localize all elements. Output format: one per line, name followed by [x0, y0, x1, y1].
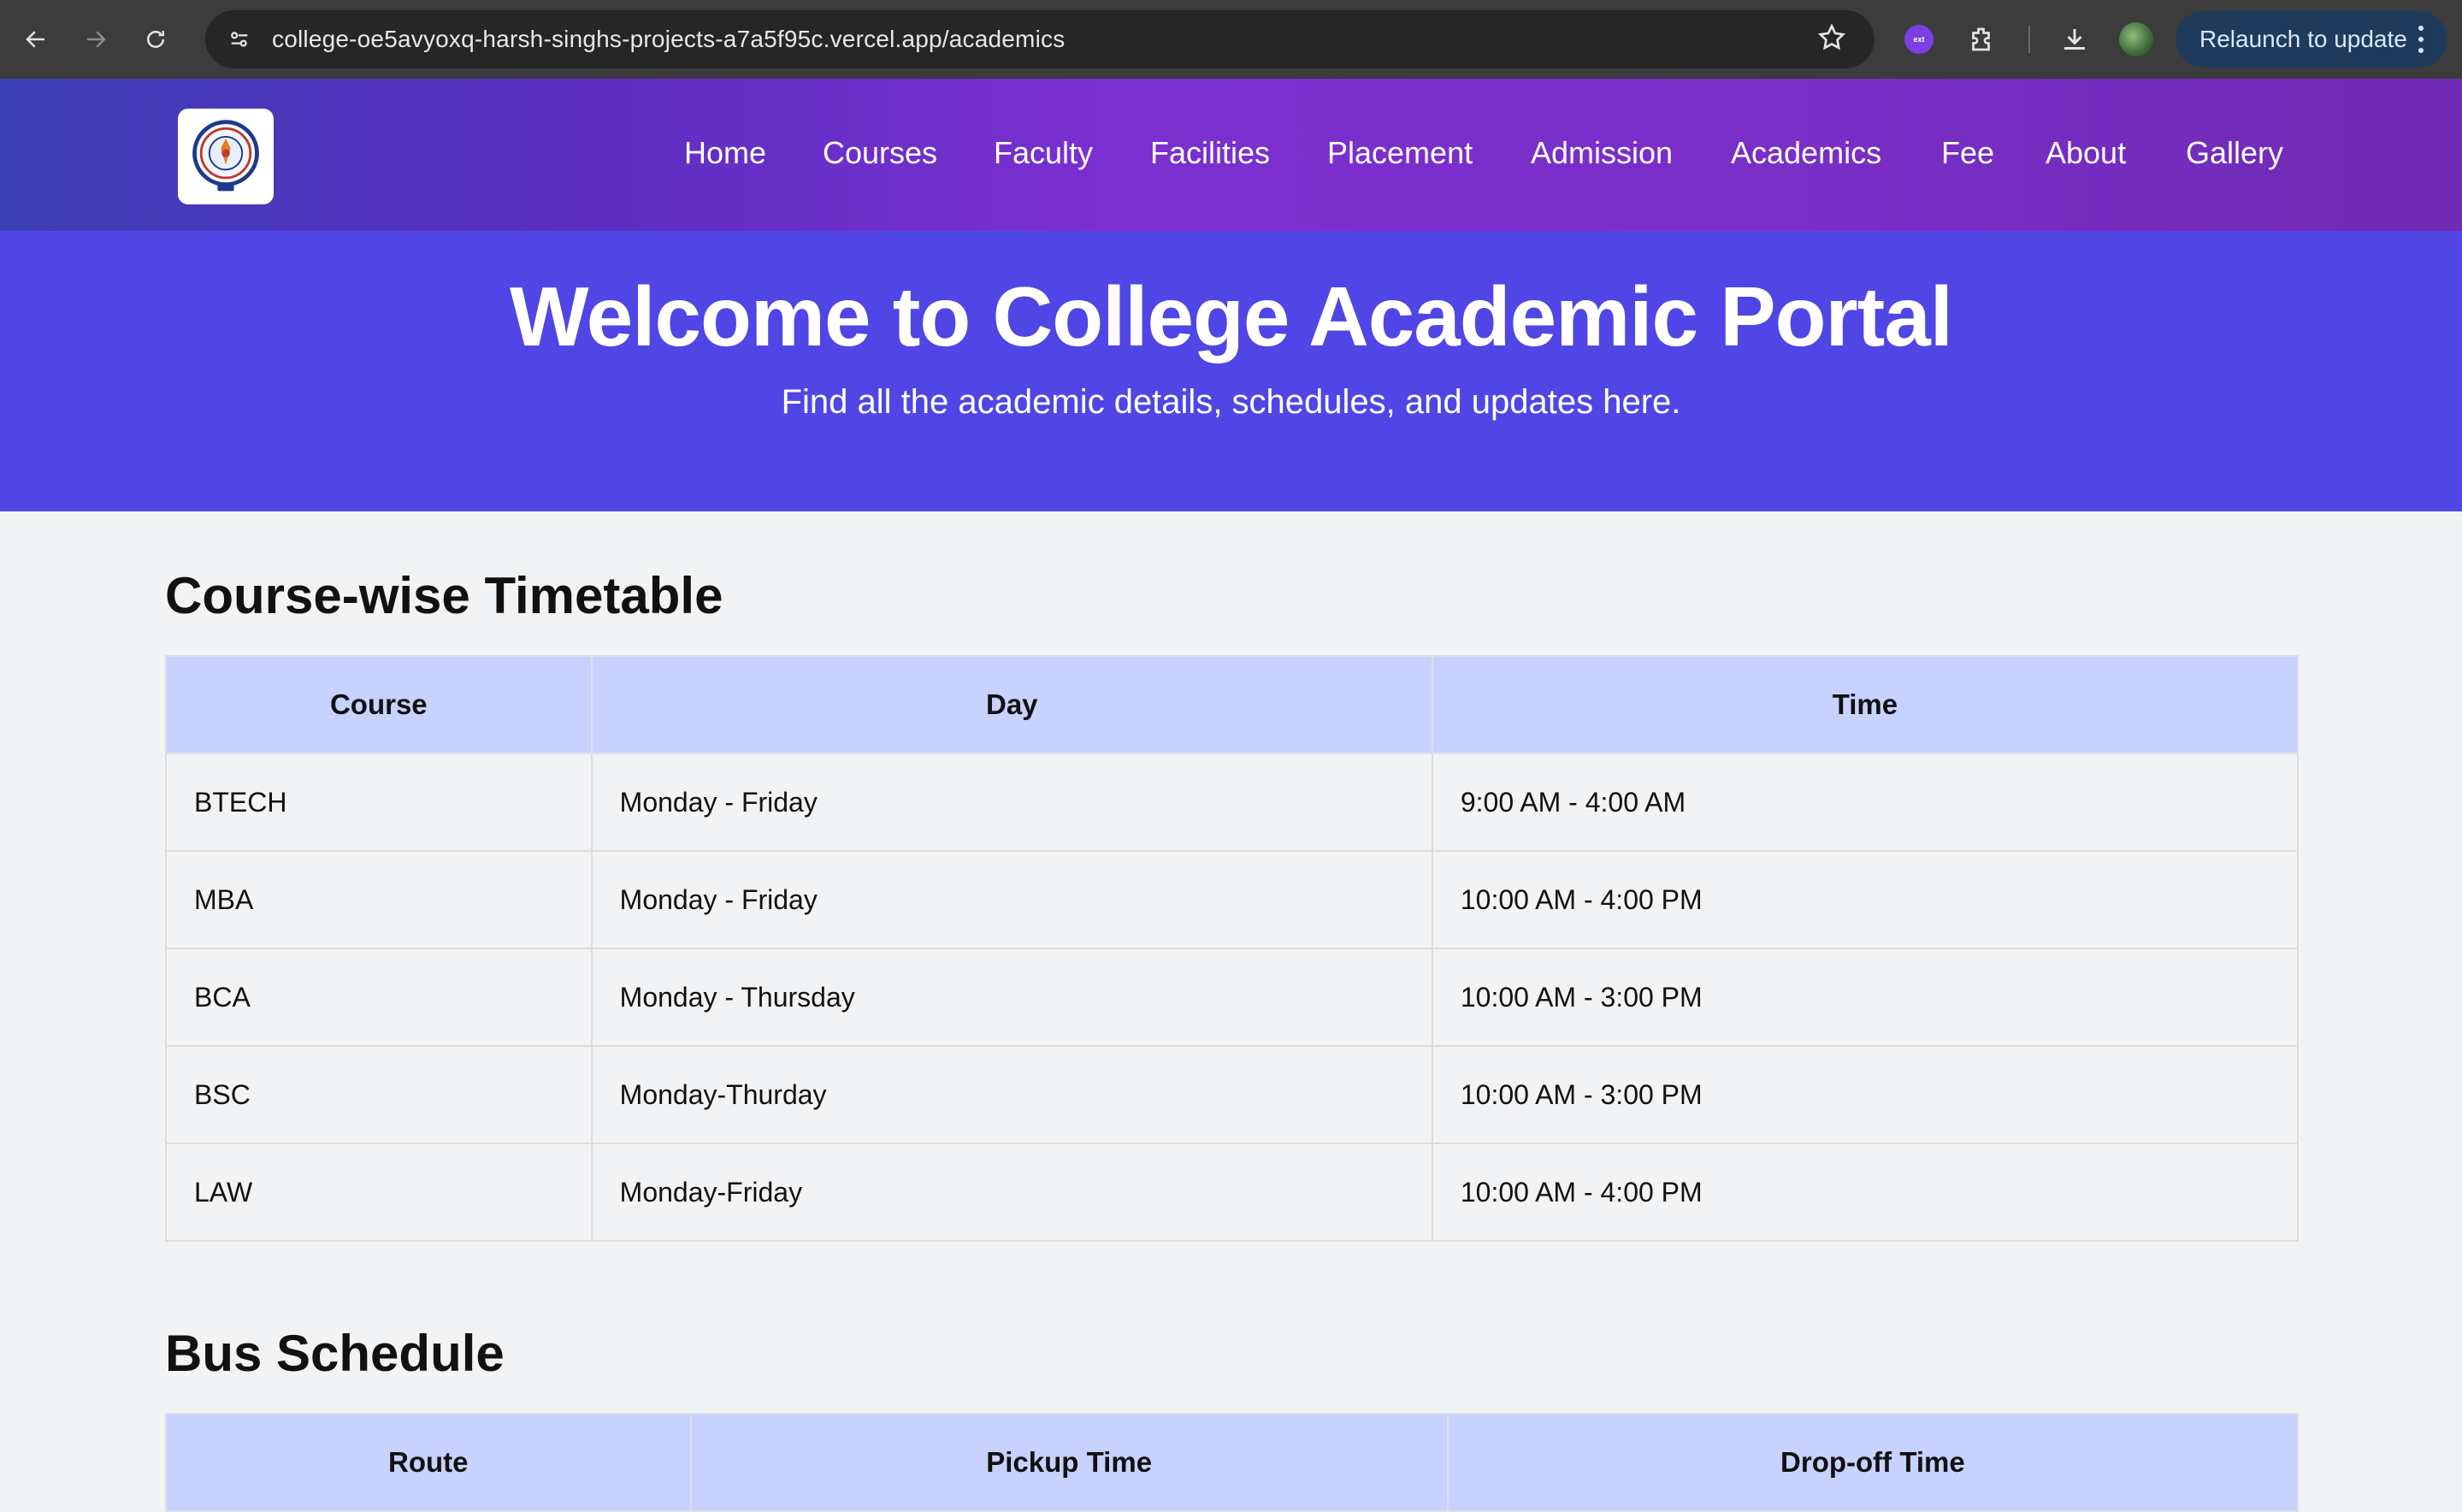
cell-course: BCA	[165, 948, 593, 1047]
avatar	[2119, 22, 2153, 56]
cell-time: 10:00 AM - 4:00 PM	[1431, 1143, 2300, 1242]
table-header-row: Route Pickup Time Drop-off Time	[165, 1413, 2300, 1512]
nav-link-gallery[interactable]: Gallery	[2186, 135, 2283, 171]
nav-link-academics[interactable]: Academics	[1731, 135, 1881, 171]
site-header: Home Courses Faculty Facilities Placemen…	[0, 79, 2462, 231]
cell-time: 10:00 AM - 3:00 PM	[1431, 1045, 2300, 1144]
cell-day: Monday-Thurday	[590, 1045, 1433, 1144]
bookmark-star-icon[interactable]	[1816, 22, 1851, 56]
main-navigation: Home Courses Faculty Facilities Placemen…	[0, 79, 2462, 231]
more-menu-icon[interactable]	[2417, 23, 2425, 56]
nav-link-placement[interactable]: Placement	[1327, 135, 1473, 171]
nav-link-facilities[interactable]: Facilities	[1150, 135, 1270, 171]
column-header-pickup-time: Pickup Time	[689, 1413, 1449, 1512]
nav-link-about[interactable]: About	[2046, 135, 2126, 171]
cell-course: BTECH	[165, 753, 593, 852]
cell-day: Monday-Friday	[590, 1143, 1433, 1242]
nav-link-home[interactable]: Home	[684, 135, 766, 171]
forward-icon[interactable]	[72, 15, 120, 63]
hero-title: Welcome to College Academic Portal	[510, 269, 1953, 363]
table-header-row: Course Day Time	[165, 655, 2300, 754]
hero-subtitle: Find all the academic details, schedules…	[781, 383, 1681, 421]
cell-time: 10:00 AM - 3:00 PM	[1431, 948, 2300, 1047]
toolbar-divider	[2028, 26, 2030, 53]
table-row: LAW Monday-Friday 10:00 AM - 4:00 PM	[165, 1143, 2300, 1242]
table-row: BCA Monday - Thursday 10:00 AM - 3:00 PM	[165, 948, 2300, 1047]
nav-link-faculty[interactable]: Faculty	[994, 135, 1093, 171]
table-row: MBA Monday - Friday 10:00 AM - 4:00 PM	[165, 850, 2300, 949]
reload-icon[interactable]	[132, 15, 180, 63]
address-bar[interactable]: college-oe5avyoxq-harsh-singhs-projects-…	[205, 10, 1875, 68]
column-header-time: Time	[1431, 655, 2300, 754]
cell-day: Monday - Friday	[590, 753, 1433, 852]
table-row: BTECH Monday - Friday 9:00 AM - 4:00 AM	[165, 753, 2300, 852]
hero-banner: Welcome to College Academic Portal Find …	[0, 231, 2462, 511]
nav-link-courses[interactable]: Courses	[823, 135, 937, 171]
download-icon[interactable]	[2056, 21, 2093, 58]
bus-schedule-table: Route Pickup Time Drop-off Time	[165, 1413, 2300, 1512]
column-header-course: Course	[165, 655, 593, 754]
back-icon[interactable]	[12, 15, 60, 63]
cell-day: Monday - Thursday	[590, 948, 1433, 1047]
table-row: BSC Monday-Thurday 10:00 AM - 3:00 PM	[165, 1045, 2300, 1144]
relaunch-label: Relaunch to update	[2199, 26, 2407, 52]
column-header-dropoff-time: Drop-off Time	[1446, 1413, 2300, 1512]
column-header-day: Day	[590, 655, 1433, 754]
cell-course: BSC	[165, 1045, 593, 1144]
extension-icon[interactable]: ext	[1900, 21, 1938, 58]
timetable-table: Course Day Time BTECH Monday - Friday 9:…	[165, 655, 2300, 1242]
timetable-title: Course-wise Timetable	[165, 567, 723, 624]
profile-avatar[interactable]	[2117, 21, 2155, 58]
site-info-icon[interactable]	[222, 22, 257, 56]
cell-course: MBA	[165, 850, 593, 949]
nav-link-admission[interactable]: Admission	[1531, 135, 1673, 171]
relaunch-button[interactable]: Relaunch to update	[2176, 11, 2447, 68]
url-text[interactable]: college-oe5avyoxq-harsh-singhs-projects-…	[272, 26, 1065, 53]
extensions-puzzle-icon[interactable]	[1963, 21, 2001, 58]
cell-time: 9:00 AM - 4:00 AM	[1431, 753, 2300, 852]
column-header-route: Route	[165, 1413, 692, 1512]
nav-link-fee[interactable]: Fee	[1941, 135, 1994, 171]
cell-time: 10:00 AM - 4:00 PM	[1431, 850, 2300, 949]
cell-day: Monday - Friday	[590, 850, 1433, 949]
bus-schedule-title: Bus Schedule	[165, 1325, 505, 1382]
cell-course: LAW	[165, 1143, 593, 1242]
browser-toolbar: college-oe5avyoxq-harsh-singhs-projects-…	[0, 0, 2462, 79]
extension-badge: ext	[1904, 25, 1934, 54]
